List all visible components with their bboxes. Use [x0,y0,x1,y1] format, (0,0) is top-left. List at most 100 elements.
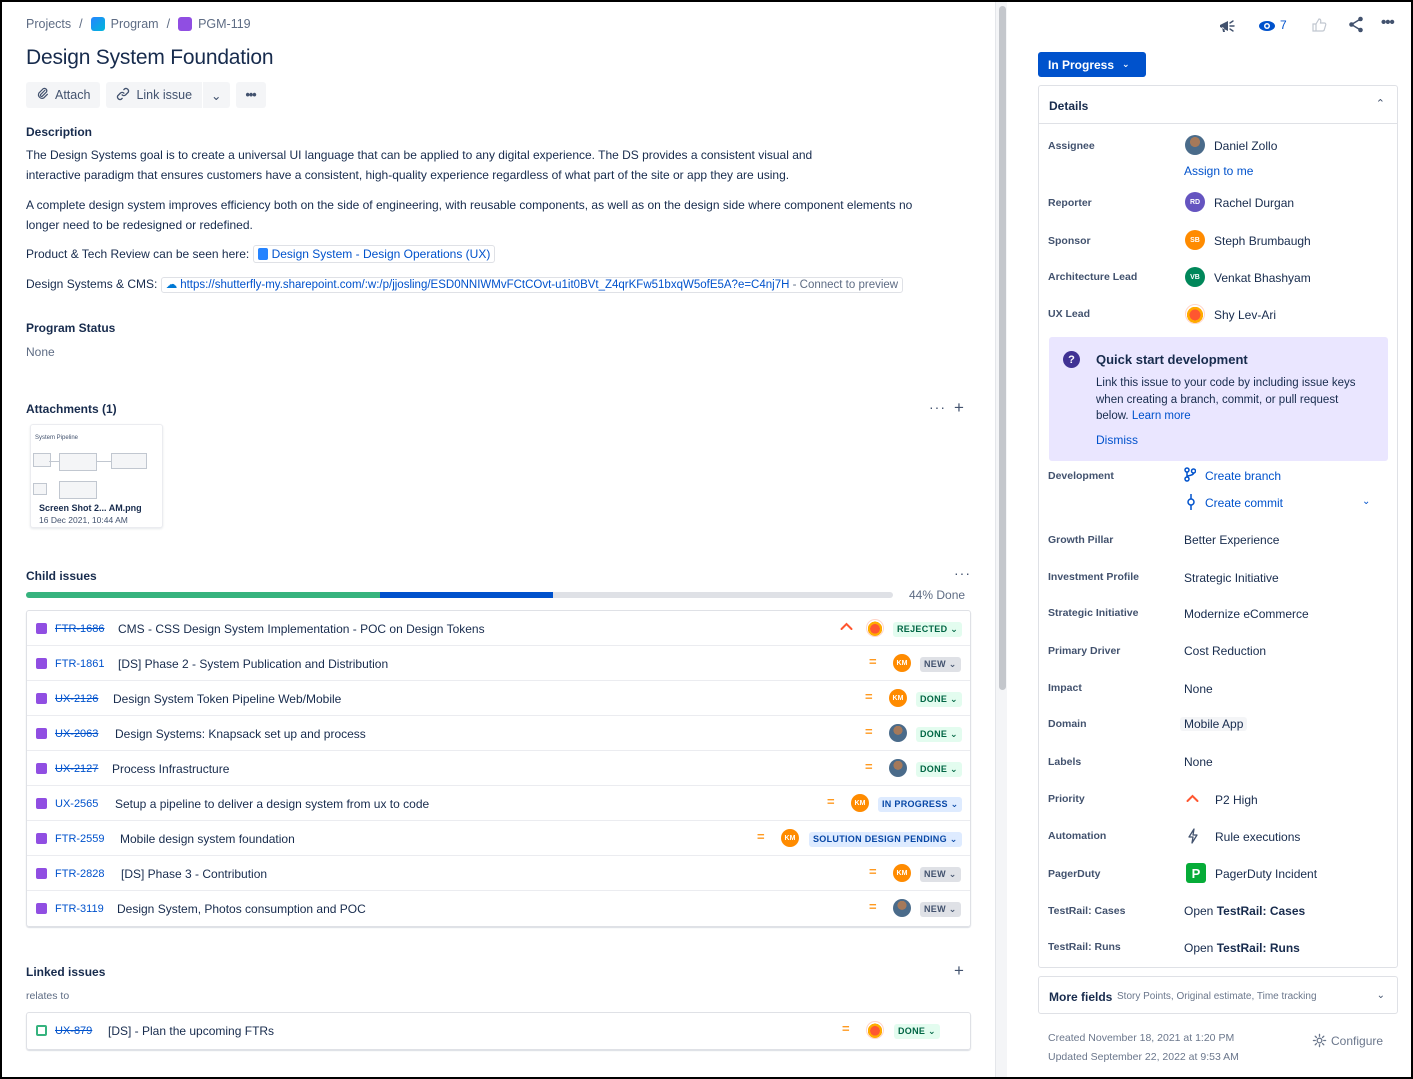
learn-more-link[interactable]: Learn more [1132,410,1191,422]
issue-summary[interactable]: CMS - CSS Design System Implementation -… [118,622,485,636]
avatar[interactable] [889,759,907,777]
breadcrumb-issue-key[interactable]: PGM-119 [198,17,251,31]
issue-key[interactable]: FTR-1861 [55,658,105,670]
issue-key[interactable]: FTR-2828 [55,868,105,880]
issue-key[interactable]: UX-2126 [55,693,98,705]
avatar[interactable]: KM [893,864,911,882]
assignee-name[interactable]: Daniel Zollo [1214,139,1277,153]
testrail-runs-link[interactable]: Open TestRail: Runs [1184,941,1300,955]
breadcrumb-projects[interactable]: Projects [26,17,71,31]
attachment-card[interactable]: System Pipeline Screen Shot 2... AM.png … [30,424,163,528]
table-row[interactable]: FTR-2828 [DS] Phase 3 - Contribution = K… [27,856,970,891]
status-badge[interactable]: NEW ⌄ [920,657,961,672]
ux-lead-name[interactable]: Shy Lev-Ari [1214,308,1276,322]
more-icon[interactable]: ••• [1381,14,1395,31]
table-row[interactable]: UX-879 [DS] - Plan the upcoming FTRs = D… [27,1013,970,1049]
issue-summary[interactable]: [DS] - Plan the upcoming FTRs [108,1024,274,1038]
issue-key[interactable]: FTR-2559 [55,833,105,845]
status-badge[interactable]: DONE ⌄ [916,692,962,707]
issue-summary[interactable]: Mobile design system foundation [120,832,295,846]
dismiss-button[interactable]: Dismiss [1096,433,1138,447]
table-row[interactable]: FTR-3119 Design System, Photos consumpti… [27,891,970,926]
avatar[interactable] [893,899,911,917]
more-actions-button[interactable]: ••• [235,82,266,108]
watchers-count[interactable]: 7 [1280,18,1287,32]
issue-key[interactable]: UX-2565 [55,798,98,810]
primary-driver-value[interactable]: Cost Reduction [1184,644,1266,658]
scrollbar-thumb[interactable] [999,6,1006,690]
issue-summary[interactable]: Design System, Photos consumption and PO… [117,902,366,916]
avatar[interactable] [866,1021,884,1039]
thumbs-up-icon[interactable] [1311,17,1327,37]
status-badge[interactable]: REJECTED ⌄ [893,622,963,637]
issue-summary[interactable]: Setup a pipeline to deliver a design sys… [115,797,429,811]
eye-icon[interactable] [1258,19,1276,36]
table-row[interactable]: FTR-2559 Mobile design system foundation… [27,821,970,856]
sharepoint-link[interactable]: ☁ https://shutterfly-my.sharepoint.com/:w… [160,277,904,293]
share-icon[interactable] [1348,16,1364,37]
table-row[interactable]: FTR-1861 [DS] Phase 2 - System Publicati… [27,646,970,681]
reporter-name[interactable]: Rachel Durgan [1214,196,1294,210]
status-badge[interactable]: DONE ⌄ [916,727,962,742]
rule-executions-link[interactable]: Rule executions [1215,830,1300,844]
status-badge[interactable]: NEW ⌄ [920,902,961,917]
table-row[interactable]: UX-2565 Setup a pipeline to deliver a de… [27,786,970,821]
growth-pillar-value[interactable]: Better Experience [1184,533,1279,547]
main-scrollbar[interactable] [995,2,1007,1077]
issue-key[interactable]: UX-879 [55,1025,92,1037]
investment-profile-value[interactable]: Strategic Initiative [1184,571,1279,585]
issue-summary[interactable]: [DS] Phase 2 - System Publication and Di… [118,657,388,671]
table-row[interactable]: UX-2126 Design System Token Pipeline Web… [27,681,970,716]
issue-summary[interactable]: [DS] Phase 3 - Contribution [121,867,267,881]
link-issue-dropdown[interactable]: ⌄ [203,82,230,108]
table-row[interactable]: FTR-1686 CMS - CSS Design System Impleme… [27,611,970,646]
domain-value[interactable]: Mobile App [1180,717,1248,731]
issue-key[interactable]: FTR-3119 [55,903,104,915]
priority-value[interactable]: P2 High [1215,793,1258,807]
page-title[interactable]: Design System Foundation [26,46,274,70]
more-fields-panel[interactable]: More fields Story Points, Original estim… [1038,976,1398,1014]
issue-key[interactable]: UX-2127 [55,763,98,775]
labels-value[interactable]: None [1184,755,1213,769]
confluence-link[interactable]: Design System - Design Operations (UX) [252,245,496,263]
description-body[interactable]: The Design Systems goal is to create a u… [26,145,946,185]
issue-summary[interactable]: Design Systems: Knapsack set up and proc… [115,727,366,741]
avatar[interactable]: KM [889,689,907,707]
issue-key[interactable]: UX-2063 [55,728,98,740]
table-row[interactable]: UX-2063 Design Systems: Knapsack set up … [27,716,970,751]
details-header[interactable]: Details ⌃ [1039,86,1397,124]
status-badge[interactable]: SOLUTION DESIGN PENDING ⌄ [809,832,962,847]
avatar[interactable]: KM [851,794,869,812]
avatar[interactable]: KM [893,654,911,672]
issue-summary[interactable]: Process Infrastructure [112,762,229,776]
attachments-more-button[interactable]: ··· [929,399,946,415]
impact-value[interactable]: None [1184,682,1213,696]
status-badge[interactable]: IN PROGRESS ⌄ [878,797,963,812]
issue-summary[interactable]: Design System Token Pipeline Web/Mobile [113,692,341,706]
testrail-cases-link[interactable]: Open TestRail: Cases [1184,904,1305,918]
breadcrumb-program[interactable]: Program [111,17,159,31]
create-branch-link[interactable]: Create branch [1205,469,1281,483]
attachments-add-button[interactable]: + [954,398,965,418]
status-badge[interactable]: DONE ⌄ [894,1024,940,1039]
issue-key[interactable]: FTR-1686 [55,623,105,635]
table-row[interactable]: UX-2127 Process Infrastructure = DONE ⌄ [27,751,970,786]
program-status-value[interactable]: None [26,342,946,362]
assign-to-me-link[interactable]: Assign to me [1184,164,1253,178]
linked-issues-add-button[interactable]: + [954,961,965,981]
avatar[interactable]: KM [781,829,799,847]
link-issue-button[interactable]: Link issue [106,82,203,108]
chevron-down-icon[interactable]: ⌄ [1362,496,1370,507]
configure-button[interactable]: Configure [1312,1033,1383,1051]
status-badge[interactable]: DONE ⌄ [916,762,962,777]
strategic-initiative-value[interactable]: Modernize eCommerce [1184,607,1309,621]
status-transition-button[interactable]: In Progress ⌄ [1038,52,1146,77]
pagerduty-incident-link[interactable]: PagerDuty Incident [1215,867,1317,881]
child-issues-more-button[interactable]: ··· [954,565,971,581]
avatar[interactable] [866,619,884,637]
megaphone-icon[interactable] [1218,18,1236,38]
avatar[interactable] [889,724,907,742]
create-commit-link[interactable]: Create commit [1205,496,1283,510]
sponsor-name[interactable]: Steph Brumbaugh [1214,234,1311,248]
status-badge[interactable]: NEW ⌄ [920,867,961,882]
